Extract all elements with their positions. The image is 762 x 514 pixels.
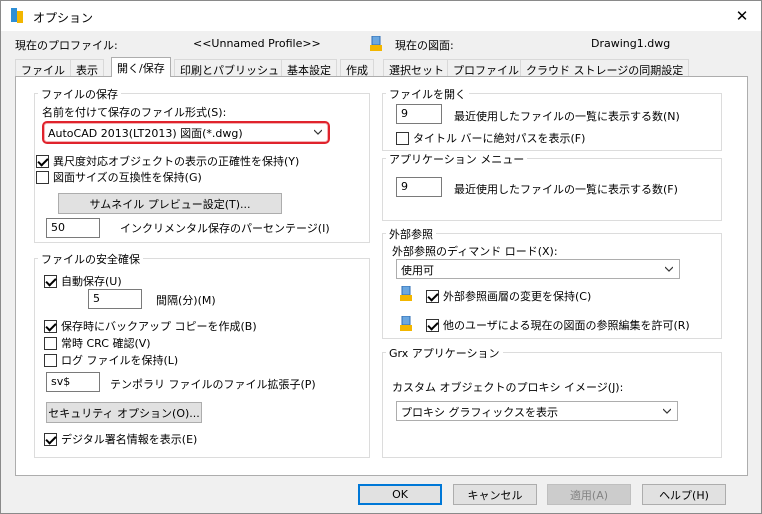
checkbox-box <box>36 170 49 184</box>
app-menu-recent-count-input[interactable]: 9 <box>396 177 442 197</box>
proxy-image-value: プロキシ グラフィックスを表示 <box>401 406 558 419</box>
cancel-button[interactable]: キャンセル <box>453 484 537 505</box>
tab-panel-open-save: ファイルの保存 名前を付けて保存のファイル形式(S): AutoCAD 2013… <box>15 76 748 476</box>
temp-file-ext-label: テンポラリ ファイルのファイル拡張子(P) <box>110 378 316 391</box>
close-icon: ✕ <box>735 7 749 25</box>
checkbox-box <box>44 336 57 350</box>
drawing-file-icon <box>370 36 382 51</box>
annotative-fidelity-label: 異尺度対応オブジェクトの表示の正確性を保持(Y) <box>53 155 300 168</box>
xref-demand-load-label: 外部参照のディマンド ロード(X): <box>392 245 558 258</box>
tab-system[interactable]: 基本設定 <box>281 59 337 77</box>
checkbox-box <box>426 318 439 332</box>
allow-xref-edit-checkbox[interactable]: 他のユーザによる現在の図面の参照編集を許可(R) <box>426 317 690 333</box>
save-format-label: 名前を付けて保存のファイル形式(S): <box>42 106 227 119</box>
xref-title: 外部参照 <box>386 226 436 242</box>
temp-file-ext-input[interactable]: sv$ <box>46 372 100 392</box>
tab-plot-publish[interactable]: 印刷とパブリッシュ <box>174 59 285 77</box>
xref-demand-load-value: 使用可 <box>401 264 434 277</box>
save-format-value: AutoCAD 2013(LT2013) 図面(*.dwg) <box>48 127 243 140</box>
drawing-size-compat-checkbox[interactable]: 図面サイズの互換性を保持(G) <box>36 169 202 185</box>
tab-drafting[interactable]: 作成 <box>340 59 374 77</box>
proxy-image-dropdown[interactable]: プロキシ グラフィックスを表示 <box>396 401 678 421</box>
backup-copy-checkbox[interactable]: 保存時にバックアップ コピーを作成(B) <box>44 318 257 334</box>
log-file-label: ログ ファイルを保持(L) <box>61 354 179 367</box>
chevron-down-icon <box>665 266 673 272</box>
annotative-fidelity-checkbox[interactable]: 異尺度対応オブジェクトの表示の正確性を保持(Y) <box>36 153 299 169</box>
crc-check-checkbox[interactable]: 常時 CRC 確認(V) <box>44 335 151 351</box>
app-icon <box>11 8 23 23</box>
full-path-titlebar-label: タイトル バーに絶対パスを表示(F) <box>413 132 586 145</box>
file-safety-title: ファイルの安全確保 <box>38 251 143 267</box>
digital-signature-label: デジタル署名情報を表示(E) <box>61 433 198 446</box>
chevron-down-icon <box>663 408 671 414</box>
xref-demand-load-dropdown[interactable]: 使用可 <box>396 259 680 279</box>
tab-profiles[interactable]: プロファイル <box>447 59 525 77</box>
checkbox-box <box>44 319 57 333</box>
log-file-checkbox[interactable]: ログ ファイルを保持(L) <box>44 352 178 368</box>
drawing-size-compat-label: 図面サイズの互換性を保持(G) <box>53 171 202 184</box>
checkbox-box <box>396 131 409 145</box>
backup-copy-label: 保存時にバックアップ コピーを作成(B) <box>61 320 257 333</box>
apply-button[interactable]: 適用(A) <box>547 484 631 505</box>
recent-files-count-label: 最近使用したファイルの一覧に表示する数(N) <box>454 110 680 123</box>
xref-edit-icon <box>400 316 412 331</box>
autosave-label: 自動保存(U) <box>61 275 122 288</box>
checkbox-box <box>36 154 49 168</box>
chevron-down-icon <box>314 129 322 135</box>
recent-files-count-input[interactable]: 9 <box>396 104 442 124</box>
tab-files[interactable]: ファイル <box>15 59 71 77</box>
current-profile-value: <<Unnamed Profile>> <box>193 37 321 50</box>
tab-display[interactable]: 表示 <box>70 59 104 77</box>
proxy-image-label: カスタム オブジェクトのプロキシ イメージ(J): <box>392 381 624 394</box>
retain-xref-layer-changes-checkbox[interactable]: 外部参照画層の変更を保持(C) <box>426 288 591 304</box>
application-menu-title: アプリケーション メニュー <box>386 151 528 167</box>
window-title: オプション <box>33 11 94 25</box>
current-profile-label: 現在のプロファイル: <box>15 39 118 52</box>
autosave-interval-input[interactable]: 5 <box>88 289 142 309</box>
file-save-title: ファイルの保存 <box>38 86 121 102</box>
checkbox-box <box>426 289 439 303</box>
ok-button[interactable]: OK <box>358 484 442 505</box>
tab-selection[interactable]: 選択セット <box>383 59 450 77</box>
checkbox-box <box>44 274 57 288</box>
retain-xref-layer-changes-label: 外部参照画層の変更を保持(C) <box>443 290 592 303</box>
thumbnail-settings-button[interactable]: サムネイル プレビュー設定(T)... <box>58 193 282 214</box>
save-format-dropdown[interactable]: AutoCAD 2013(LT2013) 図面(*.dwg) <box>42 121 330 144</box>
xref-layer-icon <box>400 286 412 301</box>
help-button[interactable]: ヘルプ(H) <box>642 484 726 505</box>
crc-check-label: 常時 CRC 確認(V) <box>61 337 151 350</box>
incremental-save-input[interactable]: 50 <box>46 218 100 238</box>
incremental-save-label: インクリメンタル保存のパーセンテージ(I) <box>120 222 330 235</box>
grx-title: Grx アプリケーション <box>386 345 503 361</box>
tab-open-save[interactable]: 開く/保存 <box>111 57 171 77</box>
close-button[interactable]: ✕ <box>729 4 755 28</box>
current-drawing-label: 現在の図面: <box>395 39 454 52</box>
file-open-title: ファイルを開く <box>386 86 469 102</box>
full-path-titlebar-checkbox[interactable]: タイトル バーに絶対パスを表示(F) <box>396 130 585 146</box>
options-dialog: オプション ✕ 現在のプロファイル: <<Unnamed Profile>> 現… <box>0 0 762 514</box>
title-bar[interactable]: オプション ✕ <box>1 1 761 31</box>
tab-cloud-sync[interactable]: クラウド ストレージの同期設定 <box>520 59 690 77</box>
checkbox-box <box>44 353 57 367</box>
app-menu-recent-count-label: 最近使用したファイルの一覧に表示する数(F) <box>454 183 678 196</box>
current-drawing-value: Drawing1.dwg <box>591 37 671 50</box>
allow-xref-edit-label: 他のユーザによる現在の図面の参照編集を許可(R) <box>443 319 690 332</box>
digital-signature-checkbox[interactable]: デジタル署名情報を表示(E) <box>44 431 197 447</box>
security-options-button[interactable]: セキュリティ オプション(O)... <box>46 402 202 423</box>
autosave-interval-label: 間隔(分)(M) <box>156 294 216 307</box>
autosave-checkbox[interactable]: 自動保存(U) <box>44 273 122 289</box>
checkbox-box <box>44 432 57 446</box>
